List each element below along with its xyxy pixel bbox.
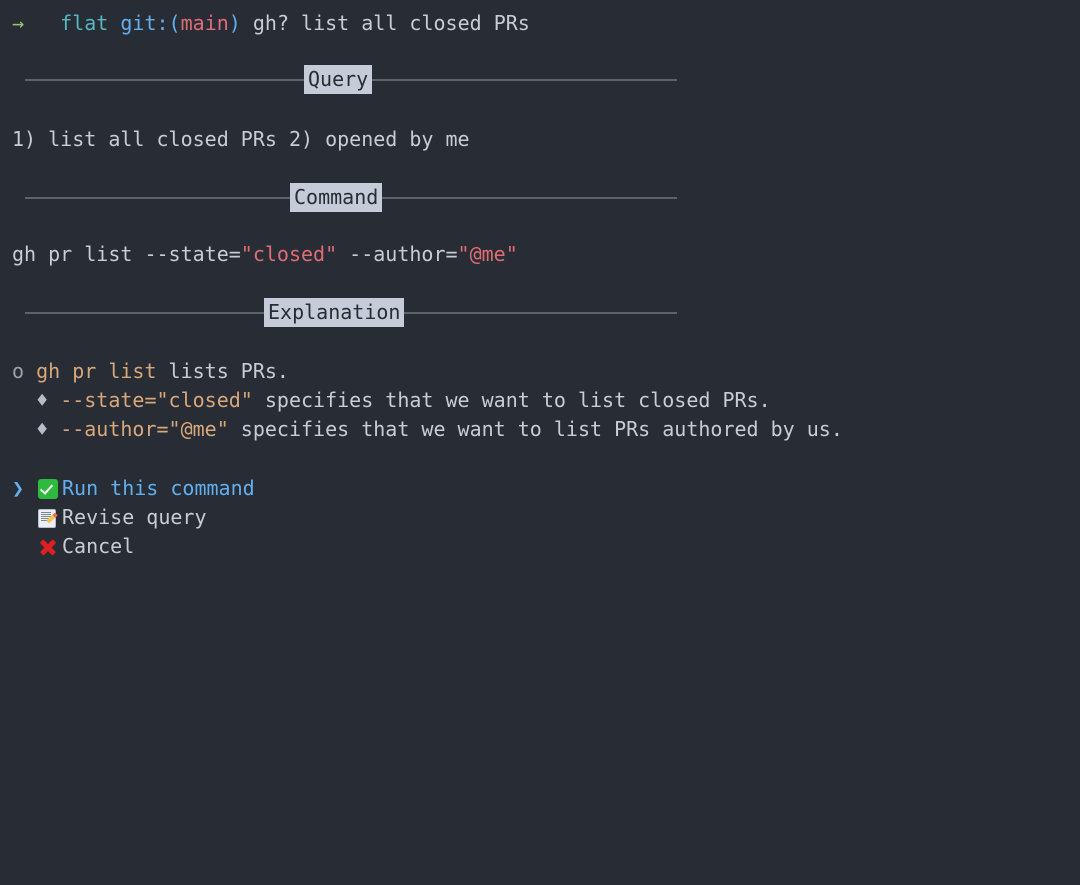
explanation-text: lists PRs.: [156, 359, 289, 383]
command-author-value: "@me": [457, 242, 518, 266]
command-section-divider: Command: [25, 183, 677, 212]
prompt-git-branch: main: [180, 11, 229, 35]
action-menu: ❯ Run this command Revise query Cancel: [12, 474, 255, 561]
query-text: 1) list all closed PRs 2) opened by me: [12, 127, 470, 151]
shell-prompt-line: → flat git:(main) gh? list all closed PR…: [12, 13, 530, 33]
command-text: gh pr list --state="closed" --author="@m…: [12, 244, 518, 264]
cross-mark-icon: [38, 533, 62, 562]
command-state-value: "closed": [240, 242, 338, 266]
menu-item-label: Run this command: [62, 476, 255, 500]
diamond-bullet-icon: ♦: [36, 417, 49, 441]
menu-item-revise-query[interactable]: Revise query: [12, 503, 255, 532]
menu-item-label: Cancel: [62, 534, 135, 558]
query-section-divider: Query: [25, 65, 677, 94]
prompt-directory: flat: [60, 11, 109, 35]
command-section-label: Command: [290, 183, 383, 212]
menu-item-label: Revise query: [62, 505, 207, 529]
prompt-arrow-icon: →: [12, 11, 25, 35]
explanation-code: --state="closed": [60, 388, 253, 412]
circle-bullet-icon: o: [12, 359, 25, 383]
explanation-section-divider: Explanation: [25, 298, 677, 327]
white-check-mark-icon: [38, 475, 62, 504]
selection-pointer-icon: ❯: [12, 476, 25, 500]
prompt-git-suffix: ): [228, 11, 241, 35]
explanation-code: gh pr list: [36, 359, 157, 383]
prompt-command-input[interactable]: gh? list all closed PRs: [253, 11, 530, 35]
query-section-label: Query: [304, 65, 373, 94]
explanation-item: o gh pr list lists PRs.: [12, 361, 289, 381]
terminal-window: → flat git:(main) gh? list all closed PR…: [0, 0, 1080, 885]
explanation-code: --author="@me": [60, 417, 229, 441]
explanation-text: specifies that we want to list closed PR…: [252, 388, 771, 412]
command-middle: --author=: [337, 242, 458, 266]
menu-item-run-command[interactable]: ❯ Run this command: [12, 474, 255, 503]
selection-pointer-placeholder: [12, 503, 38, 532]
command-prefix: gh pr list --state=: [12, 242, 241, 266]
explanation-text: specifies that we want to list PRs autho…: [228, 417, 843, 441]
menu-item-cancel[interactable]: Cancel: [12, 532, 255, 561]
prompt-git-prefix: git:(: [120, 11, 181, 35]
selection-pointer-placeholder: [12, 532, 38, 561]
explanation-item: ♦ --state="closed" specifies that we wan…: [12, 390, 771, 410]
memo-icon: [38, 504, 62, 533]
explanation-item: ♦ --author="@me" specifies that we want …: [12, 419, 843, 439]
explanation-section-label: Explanation: [264, 298, 405, 327]
diamond-bullet-icon: ♦: [36, 388, 49, 412]
